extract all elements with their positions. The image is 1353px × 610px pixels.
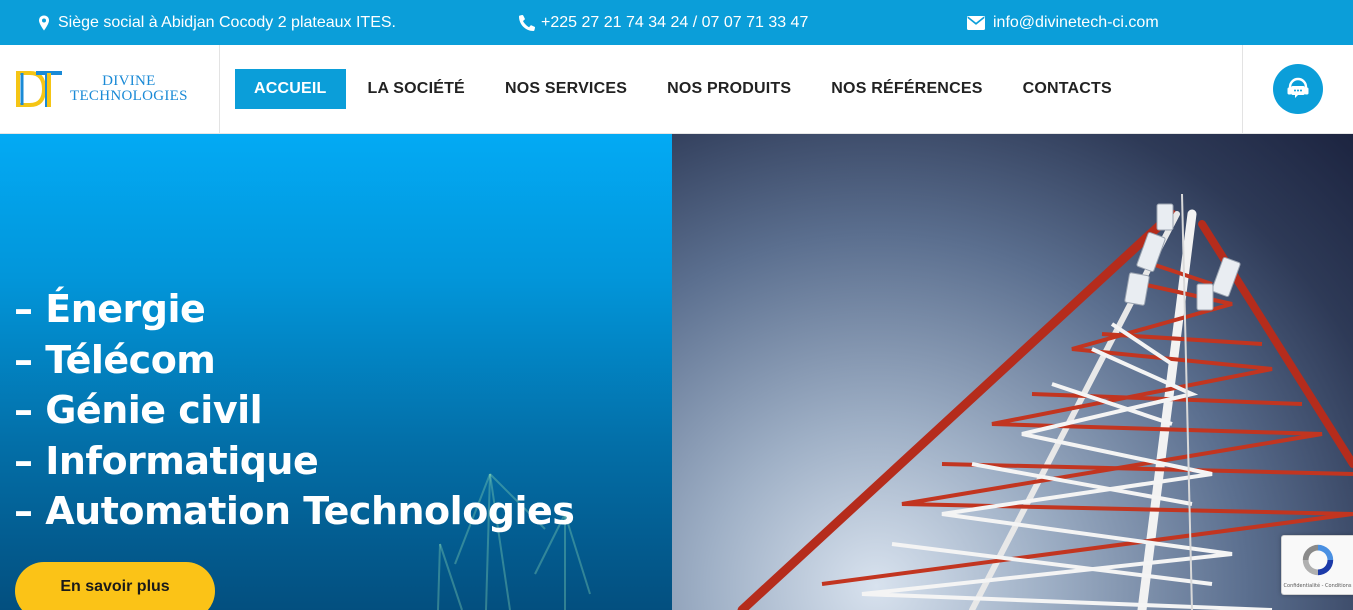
hero-telecom-tower-image [672, 134, 1353, 610]
main-nav: ACCUEIL LA SOCIÉTÉ NOS SERVICES NOS PROD… [235, 69, 1132, 109]
recaptcha-badge[interactable]: Confidentialité - Conditions [1281, 535, 1353, 595]
hero-line-energie: – Énergie [14, 287, 206, 331]
nav-item-references[interactable]: NOS RÉFÉRENCES [811, 69, 1002, 109]
nav-item-societe[interactable]: LA SOCIÉTÉ [346, 69, 485, 109]
header-right-block [1242, 45, 1353, 133]
hero-line-automation: – Automation Technologies [14, 489, 575, 533]
hero-line-genie-civil: – Génie civil [14, 388, 263, 432]
envelope-icon [967, 15, 985, 30]
phone-item[interactable]: +225 27 21 74 34 24 / 07 07 71 33 47 [519, 0, 808, 45]
hero-line-informatique: – Informatique [14, 438, 319, 483]
headset-chat-icon [1287, 77, 1309, 98]
address-item: Siège social à Abidjan Cocody 2 plateaux… [36, 0, 396, 45]
hero-slider: – Énergie – Télécom – Génie civil – Info… [0, 134, 1353, 610]
recaptcha-icon [1302, 544, 1333, 576]
logo-text: DIVINE TECHNOLOGIES [70, 74, 188, 104]
site-logo[interactable]: DIVINE TECHNOLOGIES [0, 45, 220, 133]
phone-text[interactable]: +225 27 21 74 34 24 / 07 07 71 33 47 [541, 14, 808, 32]
logo-line1: DIVINE [102, 73, 156, 89]
phone-icon [519, 14, 535, 31]
recaptcha-text[interactable]: Confidentialité - Conditions [1284, 583, 1352, 589]
learn-more-button[interactable]: En savoir plus [15, 562, 215, 610]
nav-item-accueil[interactable]: ACCUEIL [235, 69, 346, 109]
dt-logo-mark-icon [16, 71, 62, 107]
address-text: Siège social à Abidjan Cocody 2 plateaux… [58, 13, 396, 31]
nav-item-produits[interactable]: NOS PRODUITS [647, 69, 811, 109]
nav-item-contacts[interactable]: CONTACTS [1003, 69, 1132, 109]
map-marker-icon [39, 15, 49, 30]
support-button[interactable] [1273, 64, 1323, 114]
nav-item-services[interactable]: NOS SERVICES [485, 69, 647, 109]
hero-left-panel: – Énergie – Télécom – Génie civil – Info… [0, 134, 672, 610]
telecom-tower-illustration [737, 193, 1353, 610]
hero-line-telecom: – Télécom [14, 337, 216, 382]
email-text[interactable]: info@divinetech-ci.com [993, 14, 1159, 32]
learn-more-label: En savoir plus [60, 578, 170, 595]
email-item[interactable]: info@divinetech-ci.com [967, 0, 1159, 45]
site-header: DIVINE TECHNOLOGIES ACCUEIL LA SOCIÉTÉ N… [0, 45, 1353, 134]
hero-services-list: – Énergie – Télécom – Génie civil – Info… [14, 284, 575, 537]
logo-line2: TECHNOLOGIES [70, 88, 188, 104]
top-info-bar: Siège social à Abidjan Cocody 2 plateaux… [0, 0, 1353, 45]
